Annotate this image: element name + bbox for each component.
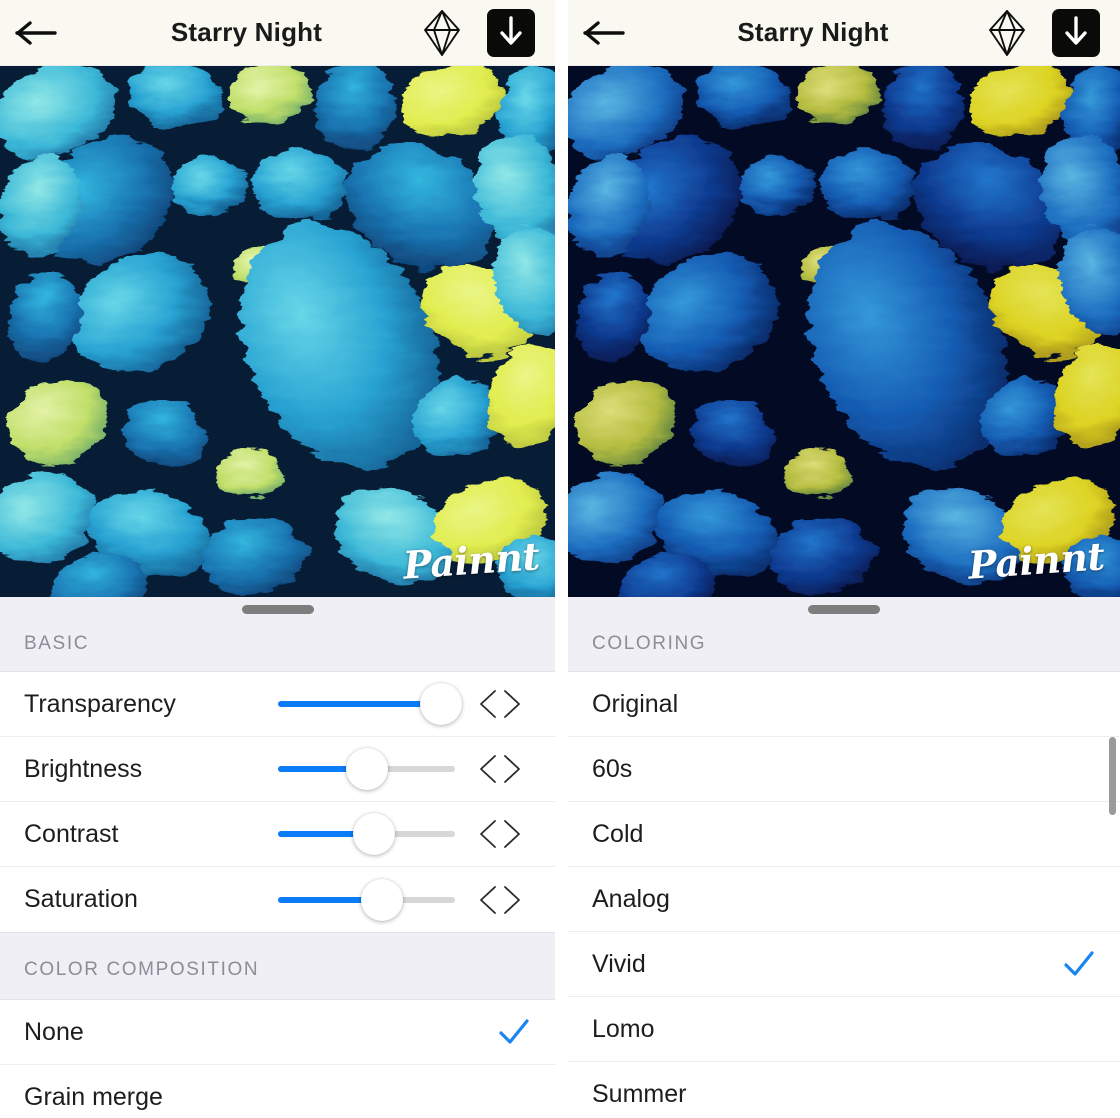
option-row-original[interactable]: Original	[568, 672, 1120, 737]
slider-knob[interactable]	[353, 813, 396, 855]
slider-label: Contrast	[24, 819, 119, 848]
left-top-bar: Starry Night	[0, 0, 555, 66]
slider-label: Saturation	[24, 885, 138, 913]
slider-control[interactable]	[278, 672, 463, 737]
slider-knob[interactable]	[360, 878, 403, 921]
left-topbar-actions	[419, 7, 555, 59]
save-icon-box	[487, 8, 535, 57]
slider-control[interactable]	[278, 867, 463, 932]
option-label: Original	[592, 689, 679, 718]
slider-row-contrast[interactable]: Contrast	[0, 802, 555, 867]
stepper-chevrons[interactable]	[469, 737, 531, 802]
option-label: 60s	[592, 754, 633, 783]
gem-icon	[424, 9, 460, 56]
option-row-analog[interactable]: Analog	[568, 867, 1120, 932]
left-image-canvas[interactable]: Painnt	[0, 66, 555, 597]
right-top-bar: Starry Night	[568, 0, 1120, 66]
slider-track-fill	[278, 701, 441, 707]
slider-row-transparency[interactable]: Transparency	[0, 672, 555, 737]
gem-button[interactable]	[419, 8, 465, 58]
page-title: Starry Night	[170, 17, 323, 47]
stylized-pebbles-image-left	[0, 66, 555, 597]
download-icon	[500, 15, 522, 45]
option-label: Analog	[592, 884, 670, 913]
option-row-cold[interactable]: Cold	[568, 802, 1120, 867]
option-label: Summer	[592, 1079, 687, 1108]
download-icon	[1065, 15, 1087, 45]
page-title: Starry Night	[737, 17, 889, 47]
coloring-list: Original 60s Cold Analog Vivid Lomo Summ…	[568, 672, 1120, 1118]
slider-knob[interactable]	[419, 683, 462, 725]
sheet-handle-area	[0, 597, 555, 621]
option-label: Lomo	[592, 1014, 655, 1043]
slider-label: Brightness	[24, 754, 143, 783]
section-header-coloring: COLORING	[568, 621, 1120, 672]
save-button[interactable]	[1050, 7, 1102, 59]
stylized-pebbles-image-right	[568, 66, 1120, 597]
option-row-grain-merge[interactable]: Grain merge	[0, 1065, 555, 1118]
option-label: Vivid	[592, 949, 646, 978]
slider-label: Transparency	[24, 689, 176, 718]
chevron-left-right-icon	[480, 885, 520, 914]
gem-button[interactable]	[984, 8, 1030, 58]
back-button[interactable]	[0, 0, 74, 66]
app-screen: Starry Night Painnt BASIC Transparency B…	[0, 0, 1120, 1118]
save-icon-box	[1052, 8, 1100, 57]
option-label: None	[24, 1017, 84, 1046]
basic-slider-list: Transparency Brightness Contrast Saturat…	[0, 672, 555, 932]
save-button[interactable]	[485, 7, 537, 59]
left-options-sheet: BASIC Transparency Brightness Contrast S…	[0, 597, 555, 1118]
option-row-summer[interactable]: Summer	[568, 1062, 1120, 1118]
chevron-left-right-icon	[480, 820, 520, 848]
slider-row-saturation[interactable]: Saturation	[0, 867, 555, 932]
slider-control[interactable]	[278, 737, 463, 802]
chevron-left-right-icon	[480, 690, 520, 718]
back-arrow-icon	[583, 20, 625, 45]
option-row-vivid[interactable]: Vivid	[568, 932, 1120, 997]
stepper-chevrons[interactable]	[469, 672, 531, 737]
left-screenshot-panel: Starry Night Painnt BASIC Transparency B…	[0, 0, 555, 1118]
checkmark-icon	[497, 1015, 531, 1049]
right-image-canvas[interactable]: Painnt	[568, 66, 1120, 597]
color-composition-list: None Grain merge	[0, 1000, 555, 1118]
back-arrow-icon	[15, 20, 57, 45]
option-row-none[interactable]: None	[0, 1000, 555, 1065]
section-header-color-composition: COLOR COMPOSITION	[0, 932, 555, 1000]
sheet-drag-handle[interactable]	[808, 604, 880, 614]
option-row-lomo[interactable]: Lomo	[568, 997, 1120, 1062]
right-screenshot-panel: Starry Night Painnt COLORING Original 60…	[568, 0, 1120, 1118]
sheet-handle-area	[568, 597, 1120, 621]
back-button[interactable]	[568, 0, 642, 66]
slider-control[interactable]	[278, 802, 463, 867]
section-header-basic: BASIC	[0, 621, 555, 672]
stepper-chevrons[interactable]	[469, 867, 531, 932]
panel-divider-gap	[555, 0, 568, 1118]
check-glyph	[1064, 951, 1094, 976]
right-topbar-actions	[984, 7, 1120, 59]
chevron-left-right-icon	[480, 755, 520, 783]
option-label: Cold	[592, 819, 644, 848]
slider-row-brightness[interactable]: Brightness	[0, 737, 555, 802]
option-row-60s[interactable]: 60s	[568, 737, 1120, 802]
checkmark-icon	[1062, 947, 1096, 981]
check-glyph	[499, 1019, 529, 1044]
right-options-sheet: COLORING Original 60s Cold Analog Vivid …	[568, 597, 1120, 1118]
option-label: Grain merge	[24, 1082, 163, 1111]
stepper-chevrons[interactable]	[469, 802, 531, 867]
gem-icon	[989, 9, 1025, 56]
sheet-drag-handle[interactable]	[241, 604, 314, 614]
slider-knob[interactable]	[345, 748, 388, 790]
